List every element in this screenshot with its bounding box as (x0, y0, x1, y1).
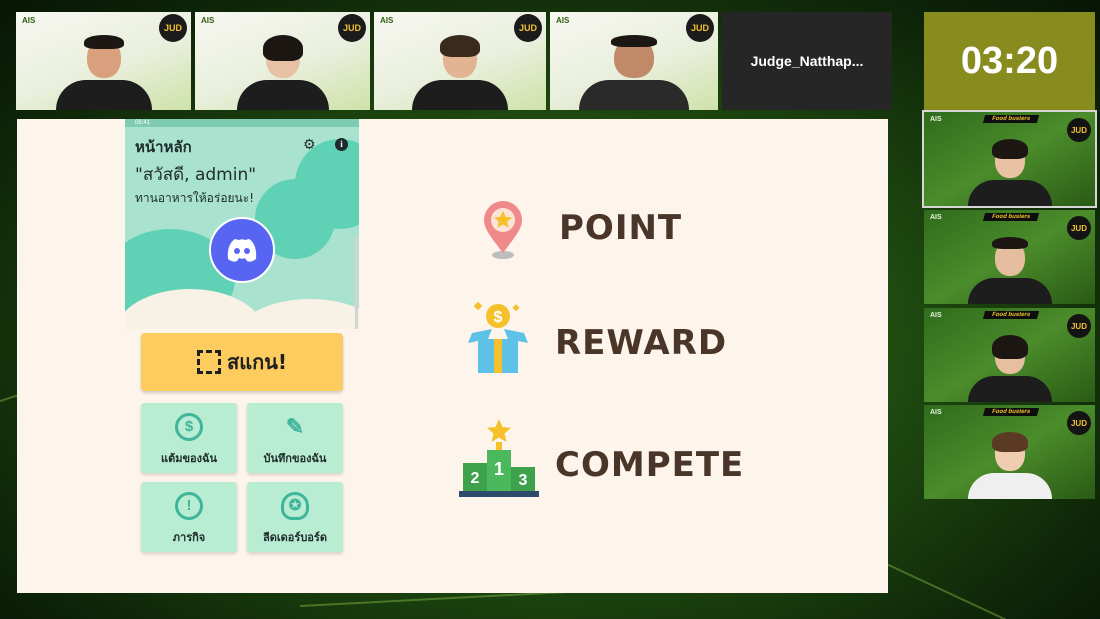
participant-figure (967, 335, 1052, 402)
feature-compete-label: COMPETE (555, 445, 745, 485)
ais-logo: AIS (22, 16, 36, 25)
gift-box-icon: $ (468, 301, 528, 373)
scan-label: สแกน! (227, 350, 287, 374)
gear-icon[interactable]: ⚙ (303, 137, 316, 153)
scan-frame-icon (197, 350, 221, 374)
participant-figure (412, 35, 508, 110)
participant-figure (967, 237, 1052, 304)
menu-card-my-points[interactable]: $ แต้มของฉัน (141, 403, 237, 473)
menu-card-label: แต้มของฉัน (161, 452, 217, 465)
menu-card-missions[interactable]: ! ภารกิจ (141, 482, 237, 552)
phone-page-title: หน้าหลัก (135, 138, 192, 156)
side-participant-video-3[interactable]: AIS Food busters JUD (924, 308, 1095, 402)
jud-badge: JUD (1067, 118, 1091, 142)
participant-figure (967, 432, 1052, 499)
pencil-icon: ✎ (285, 414, 305, 439)
participant-video-4[interactable]: AIS JUD (550, 12, 718, 110)
feature-point-label: POINT (559, 208, 683, 248)
participant-video-3[interactable]: AIS JUD (374, 12, 546, 110)
participant-name: Judge_Natthap... (750, 53, 864, 69)
jud-badge: JUD (1067, 314, 1091, 338)
ais-logo: AIS (930, 116, 942, 123)
info-icon[interactable]: i (335, 138, 348, 151)
participant-figure (236, 35, 329, 110)
phone-header: 06:41 หน้าหลัก ⚙ i "สวัสดี, admin" ทานอา… (125, 119, 359, 329)
participant-figure (55, 35, 152, 110)
participant-figure (579, 35, 689, 110)
menu-card-label: ลีดเดอร์บอร์ด (263, 531, 327, 544)
alert-icon: ! (175, 492, 203, 520)
ais-logo: AIS (380, 16, 394, 25)
participant-name-tile[interactable]: Judge_Natthap... (722, 12, 892, 110)
phone-tagline: ทานอาหารให้อร่อยนะ! (135, 191, 255, 205)
svg-text:3: 3 (519, 472, 528, 489)
phone-status-bar: 06:41 (125, 119, 359, 127)
team-banner: Food busters (982, 115, 1040, 123)
participant-video-2[interactable]: AIS JUD (195, 12, 370, 110)
side-participant-video-4[interactable]: AIS Food busters JUD (924, 405, 1095, 499)
side-participant-video-2[interactable]: AIS Food busters JUD (924, 210, 1095, 304)
participant-figure (967, 139, 1052, 206)
countdown-timer: 03:20 (924, 12, 1095, 110)
ais-logo: AIS (556, 16, 570, 25)
ais-logo: AIS (201, 16, 215, 25)
menu-card-leaderboard[interactable]: ✪ ลีดเดอร์บอร์ด (247, 482, 343, 552)
phone-app-screenshot: 06:41 หน้าหลัก ⚙ i "สวัสดี, admin" ทานอา… (125, 119, 359, 593)
jud-badge: JUD (1067, 216, 1091, 240)
jud-badge: JUD (159, 14, 187, 42)
menu-card-label: ภารกิจ (172, 531, 206, 544)
scan-button[interactable]: สแกน! (141, 333, 343, 391)
team-banner: Food busters (982, 213, 1040, 221)
cloud-decoration (235, 299, 359, 329)
team-banner: Food busters (982, 408, 1040, 416)
discord-icon[interactable] (209, 217, 275, 283)
jud-badge: JUD (338, 14, 366, 42)
svg-text:$: $ (494, 309, 503, 326)
phone-greeting: "สวัสดี, admin" (135, 165, 257, 185)
menu-card-label: บันทึกของฉัน (263, 452, 327, 465)
coin-icon: $ (175, 413, 203, 441)
medal-icon: ✪ (281, 492, 309, 520)
side-participant-video-1[interactable]: AIS Food busters JUD (922, 110, 1097, 208)
menu-card-my-log[interactable]: ✎ บันทึกของฉัน (247, 403, 343, 473)
team-banner: Food busters (982, 311, 1040, 319)
ais-logo: AIS (930, 214, 942, 221)
svg-text:2: 2 (471, 470, 480, 487)
jud-badge: JUD (514, 14, 542, 42)
jud-badge: JUD (1067, 411, 1091, 435)
ais-logo: AIS (930, 312, 942, 319)
svg-text:1: 1 (494, 459, 504, 479)
jud-badge: JUD (686, 14, 714, 42)
shared-screen: 06:41 หน้าหลัก ⚙ i "สวัสดี, admin" ทานอา… (17, 119, 888, 593)
participant-video-1[interactable]: AIS JUD (16, 12, 191, 110)
feature-reward-label: REWARD (555, 323, 728, 363)
location-star-icon (484, 201, 522, 259)
background-streak (879, 560, 1062, 619)
phone-scrollbar[interactable] (355, 237, 358, 329)
podium-icon: 1 2 3 (459, 419, 539, 497)
ais-logo: AIS (930, 409, 942, 416)
